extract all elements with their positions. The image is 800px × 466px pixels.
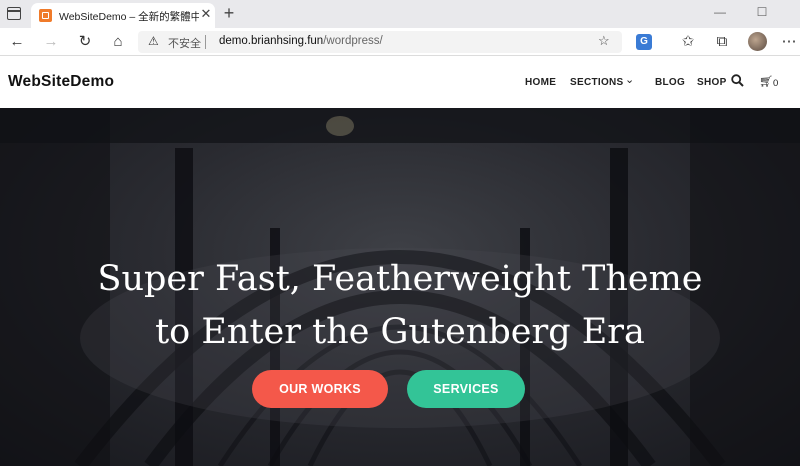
address-separator (205, 35, 206, 49)
collections-icon[interactable]: ⧉ (711, 32, 733, 52)
site-favicon-icon (39, 9, 52, 22)
site-header: WebSiteDemo HOME SECTIONS ⌄ BLOG SHOP 🛒︎… (0, 56, 800, 108)
cart-icon[interactable]: 🛒︎ (759, 75, 773, 88)
our-works-button[interactable]: OUR WORKS (252, 370, 388, 408)
hero-headline: Super Fast, Featherweight Theme to Enter… (0, 253, 800, 359)
search-icon[interactable] (731, 74, 744, 87)
security-label[interactable]: 不安全 (168, 35, 201, 51)
nav-blog[interactable]: BLOG (655, 77, 685, 88)
services-button[interactable]: SERVICES (407, 370, 525, 408)
tab-close-icon[interactable]: ✕ (199, 7, 213, 21)
address-bar[interactable]: ⚠ 不安全 demo.brianhsing.fun/wordpress/ ☆ (138, 31, 622, 53)
favorites-bar-icon[interactable]: ✩ (677, 32, 699, 52)
warning-icon[interactable]: ⚠ (148, 34, 159, 48)
back-icon[interactable]: ← (6, 32, 28, 52)
tab-actions-icon[interactable] (7, 7, 21, 20)
nav-shop[interactable]: SHOP (697, 77, 727, 88)
forward-icon[interactable]: → (40, 32, 62, 52)
refresh-icon[interactable]: ↻ (74, 32, 96, 52)
favorite-icon[interactable]: ☆ (598, 33, 610, 49)
tab-title: WebSiteDemo – 全新的繁體中文 (59, 11, 199, 23)
url-path: /wordpress/ (323, 35, 383, 47)
nav-sections[interactable]: SECTIONS (570, 77, 624, 88)
maximize-icon[interactable]: ☐ (742, 0, 782, 28)
url-host: demo.brianhsing.fun (219, 35, 324, 47)
hero-headline-line-2: to Enter the Gutenberg Era (155, 312, 645, 352)
cart-count: 0 (773, 78, 779, 89)
home-icon[interactable]: ⌂ (107, 32, 129, 52)
browser-toolbar: ← → ↻ ⌂ ⚠ 不安全 demo.brianhsing.fun/wordpr… (0, 28, 800, 56)
browser-tab-bar: WebSiteDemo – 全新的繁體中文 ✕ + — ☐ (0, 0, 800, 28)
nav-home[interactable]: HOME (525, 77, 556, 88)
translate-icon[interactable]: G (636, 34, 652, 50)
site-logo[interactable]: WebSiteDemo (8, 73, 114, 91)
hero-headline-line-1: Super Fast, Featherweight Theme (97, 259, 703, 299)
hero-section: Super Fast, Featherweight Theme to Enter… (0, 108, 800, 466)
more-icon[interactable]: ⋯ (778, 32, 800, 52)
chevron-down-icon[interactable]: ⌄ (625, 73, 634, 86)
url-text[interactable]: demo.brianhsing.fun/wordpress/ (219, 35, 383, 47)
minimize-icon[interactable]: — (700, 0, 740, 28)
profile-avatar[interactable] (748, 32, 767, 51)
new-tab-button[interactable]: + (219, 3, 239, 23)
browser-tab[interactable]: WebSiteDemo – 全新的繁體中文 ✕ (31, 3, 215, 28)
